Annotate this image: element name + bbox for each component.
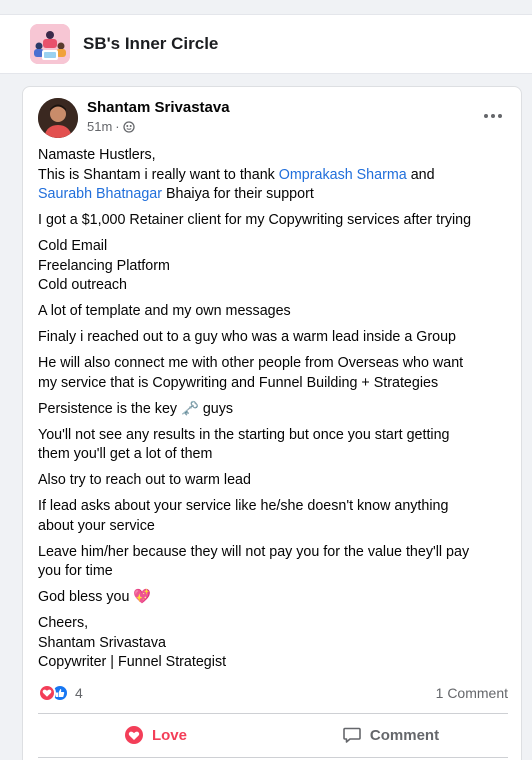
paragraph: Finaly i reached out to a guy who was a … (38, 329, 457, 345)
paragraph-signature: Cheers, Shantam Srivastava Copywriter | … (38, 615, 227, 670)
audience-globe-icon[interactable] (122, 120, 135, 133)
paragraph: Leave him/her because they will not pay … (38, 543, 470, 580)
group-cover-illustration-icon (30, 24, 70, 64)
comment-icon (343, 727, 361, 743)
comment-button[interactable]: Comment (273, 717, 508, 753)
comment-label: Comment (369, 726, 440, 744)
paragraph-list: Cold Email Freelancing Platform Cold out… (38, 238, 170, 293)
reaction-count[interactable]: 4 (75, 685, 83, 701)
paragraph: You'll not see any results in the starti… (38, 426, 450, 463)
more-dot-icon (484, 114, 488, 118)
more-options-button[interactable] (479, 104, 507, 128)
meta-separator: · (115, 119, 120, 134)
love-button[interactable]: Love (38, 717, 273, 753)
author-avatar[interactable] (38, 98, 78, 138)
group-avatar[interactable] (30, 24, 70, 64)
key-emoji-icon: 🗝️ (181, 400, 199, 417)
divider (38, 713, 508, 714)
paragraph: He will also connect me with other peopl… (38, 355, 464, 391)
profile-photo-icon (38, 98, 78, 138)
more-dot-icon (498, 114, 502, 118)
mention-link[interactable]: Saurabh Bhatnagar (38, 186, 162, 202)
mention-link[interactable]: Omprakash Sharma (279, 167, 407, 183)
post-actions: Love Comment (38, 717, 508, 753)
sparkling-heart-emoji-icon: 💖 (133, 589, 152, 605)
post-card: Shantam Srivastava 51m · Namaste Hustler… (22, 86, 522, 760)
author-name[interactable]: Shantam Srivastava (87, 99, 230, 116)
paragraph: Also try to reach out to warm lead (38, 472, 251, 488)
paragraph: If lead asks about your service like he/… (38, 498, 449, 534)
more-dot-icon (491, 114, 495, 118)
comment-count-link[interactable]: 1 Comment (436, 685, 508, 701)
group-name[interactable]: SB's Inner Circle (83, 34, 218, 54)
paragraph: God bless you 💖 (38, 589, 152, 605)
paragraph-greeting: Namaste Hustlers, This is Shantam i real… (38, 147, 435, 202)
love-label: Love (151, 726, 187, 744)
paragraph: A lot of template and my own messages (38, 303, 291, 319)
divider (38, 757, 508, 758)
post-meta: 51m · (87, 119, 135, 134)
reactions-summary: 4 1 Comment (38, 681, 508, 705)
paragraph: Persistence is the key 🗝️ guys (38, 400, 234, 417)
group-header: SB's Inner Circle (0, 14, 532, 74)
love-icon (124, 726, 143, 744)
love-reaction-icon[interactable] (38, 684, 56, 702)
paragraph: I got a $1,000 Retainer client for my Co… (38, 212, 472, 228)
post-body: Namaste Hustlers, This is Shantam i real… (38, 146, 508, 679)
post-time[interactable]: 51m (87, 119, 112, 134)
